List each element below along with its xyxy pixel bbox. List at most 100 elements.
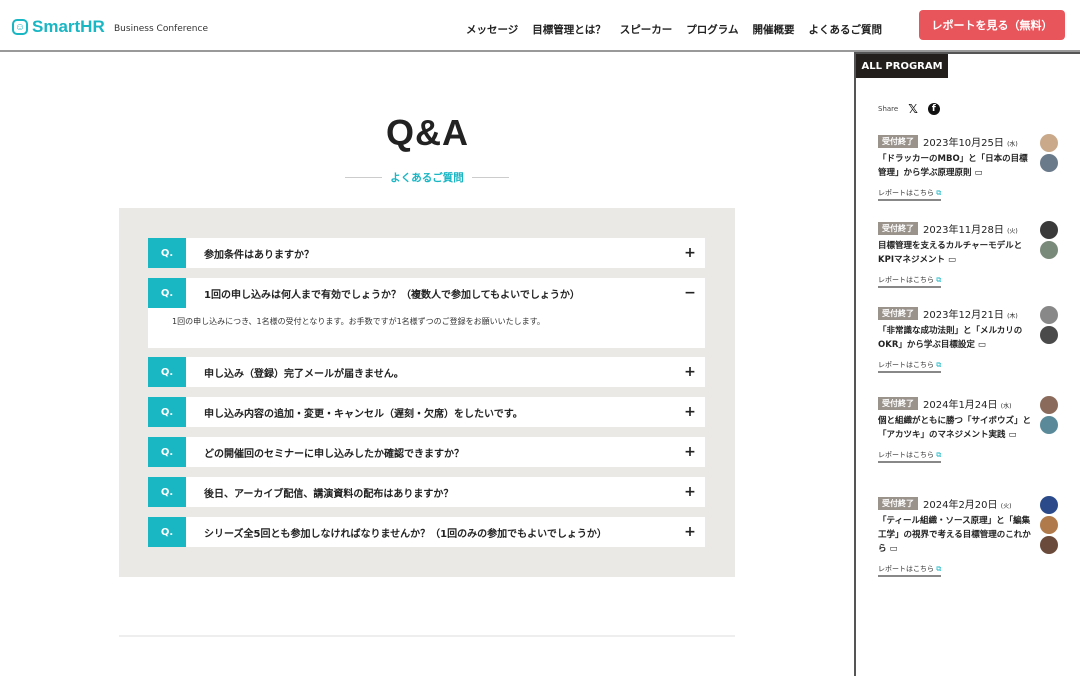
- day-of-week: (火): [1000, 503, 1012, 510]
- speaker-avatar: [1040, 221, 1058, 239]
- program-card: 受付終了 2023年11月28日 (火) 目標管理を支えるカルチャーモデルとKPIマ…: [878, 221, 1078, 288]
- x-icon[interactable]: 𝕏: [908, 102, 918, 116]
- faq-question-row[interactable]: Q. 参加条件はありますか？ +: [148, 238, 705, 268]
- faq-question-row[interactable]: Q. どの開催回のセミナーに申し込みしたか確認できますか？ +: [148, 437, 705, 467]
- faq-question: どの開催回のセミナーに申し込みしたか確認できますか？: [204, 448, 464, 460]
- nav-about[interactable]: 目標管理とは？: [532, 22, 606, 37]
- all-program-tab[interactable]: ALL PROGRAM: [856, 54, 948, 78]
- facebook-icon[interactable]: f: [927, 103, 940, 115]
- day-of-week: (水): [1007, 141, 1018, 148]
- program-title[interactable]: 「非常識な成功法則」と「メルカリのOKR」から学ぶ目標設定 ▭: [878, 324, 1036, 352]
- faq-question-row[interactable]: Q. シリーズ全5回とも参加しなければなりませんか？（1回のみの参加でもよいでしょ…: [148, 517, 705, 547]
- q-badge: Q.: [148, 278, 186, 308]
- faq-question: 申し込み（登録）完了メールが届きません。: [204, 368, 404, 380]
- smarthr-logo[interactable]: ☺ SmartHR: [12, 17, 105, 37]
- view-report-button[interactable]: レポートを見る（無料）: [919, 10, 1065, 40]
- report-link[interactable]: レポートはこちら ⧉: [878, 275, 942, 288]
- closed-badge: 受付終了: [878, 135, 918, 148]
- report-link[interactable]: レポートはこちら ⧉: [878, 450, 942, 463]
- link-icon: ⧉: [936, 565, 942, 573]
- report-link[interactable]: レポートはこちら ⧉: [878, 188, 942, 201]
- link-icon: ⧉: [936, 189, 942, 197]
- speaker-avatar: [1040, 416, 1058, 434]
- logo-text: SmartHR: [32, 17, 105, 36]
- section-subtitle: よくあるご質問: [345, 170, 509, 185]
- share-bar: Share 𝕏 f: [878, 102, 940, 116]
- date-text: 2024年2月20日: [923, 500, 998, 511]
- nav-message[interactable]: メッセージ: [466, 22, 518, 37]
- expand-icon[interactable]: +: [675, 245, 705, 261]
- faq-list: Q. 参加条件はありますか？ + Q. 1回の申し込みは何人まで有効でしょうか？（複数人…: [119, 208, 735, 577]
- collapse-icon[interactable]: −: [675, 285, 705, 301]
- program-title[interactable]: 「ドラッカーのMBO」と「日本の目標管理」から学ぶ原理原則 ▭: [878, 152, 1036, 180]
- logo-icon: ☺: [12, 19, 28, 35]
- speaker-avatar: [1040, 496, 1058, 514]
- speaker-avatar: [1040, 326, 1058, 344]
- main-nav: メッセージ 目標管理とは？ スピーカー プログラム 開催概要 よくあるご質問: [466, 22, 882, 37]
- site-header: ☺ SmartHR Business Conference メッセージ 目標管理と…: [0, 0, 1080, 52]
- date-text: 2024年1月24日: [923, 400, 998, 411]
- nav-overview[interactable]: 開催概要: [752, 22, 794, 37]
- q-badge: Q.: [148, 397, 186, 427]
- closed-badge: 受付終了: [878, 397, 918, 410]
- speaker-avatars: [1040, 306, 1058, 344]
- closed-badge: 受付終了: [878, 307, 918, 320]
- program-date: 2023年12月21日 (木): [923, 306, 1018, 321]
- report-link[interactable]: レポートはこちら ⧉: [878, 360, 942, 373]
- program-date: 2023年10月25日 (水): [923, 134, 1018, 149]
- q-badge: Q.: [148, 238, 186, 268]
- subtitle-text: よくあるご質問: [390, 172, 464, 184]
- program-card: 受付終了 2023年10月25日 (水) 「ドラッカーのMBO」と「日本の目標管理」…: [878, 134, 1078, 201]
- expand-icon[interactable]: +: [675, 404, 705, 420]
- logo-subtitle: Business Conference: [114, 24, 208, 34]
- date-text: 2023年10月25日: [923, 138, 1004, 149]
- closed-badge: 受付終了: [878, 222, 918, 235]
- day-of-week: (木): [1007, 313, 1018, 320]
- nav-faq[interactable]: よくあるご質問: [808, 22, 882, 37]
- faq-question-row[interactable]: Q. 申し込み内容の追加・変更・キャンセル（遅刻・欠席）をしたいです。 +: [148, 397, 705, 427]
- q-badge: Q.: [148, 437, 186, 467]
- faq-question-row[interactable]: Q. 申し込み（登録）完了メールが届きません。 +: [148, 357, 705, 387]
- report-link-text: レポートはこちら: [878, 451, 934, 459]
- report-link-text: レポートはこちら: [878, 276, 934, 284]
- faq-item: Q. 申し込み内容の追加・変更・キャンセル（遅刻・欠席）をしたいです。 +: [148, 397, 705, 427]
- page-title: Q&A: [386, 112, 469, 153]
- expand-icon[interactable]: +: [675, 484, 705, 500]
- speaker-avatar: [1040, 516, 1058, 534]
- report-link-text: レポートはこちら: [878, 565, 934, 573]
- report-link-text: レポートはこちら: [878, 189, 934, 197]
- program-title[interactable]: 個と組織がともに勝つ「サイボウズ」と「アカツキ」のマネジメント実践 ▭: [878, 414, 1036, 442]
- faq-item: Q. シリーズ全5回とも参加しなければなりませんか？（1回のみの参加でもよいでしょ…: [148, 517, 705, 547]
- date-text: 2023年12月21日: [923, 310, 1004, 321]
- day-of-week: (火): [1007, 228, 1018, 235]
- link-icon: ⧉: [936, 451, 942, 459]
- program-date: 2024年2月20日 (火): [923, 496, 1011, 511]
- speaker-avatar: [1040, 134, 1058, 152]
- expand-icon[interactable]: +: [675, 524, 705, 540]
- link-icon: ⧉: [936, 276, 942, 284]
- nav-speakers[interactable]: スピーカー: [620, 22, 673, 37]
- program-title[interactable]: 「ティール組織・ソース原理」と「編集工学」の視界で考える目標管理のこれから ▭: [878, 514, 1036, 556]
- program-sidebar: ALL PROGRAM Share 𝕏 f 受付終了 2023年10月25日 (水…: [854, 52, 1080, 676]
- faq-question-row[interactable]: Q. 後日、アーカイブ配信、講演資料の配布はありますか？ +: [148, 477, 705, 507]
- speaker-avatar: [1040, 241, 1058, 259]
- nav-program[interactable]: プログラム: [686, 22, 738, 37]
- program-date: 2023年11月28日 (火): [923, 221, 1018, 236]
- speaker-avatar: [1040, 306, 1058, 324]
- faq-item: Q. 1回の申し込みは何人まで有効でしょうか？（複数人で参加してもよいでしょうか）…: [148, 278, 705, 348]
- faq-question: 申し込み内容の追加・変更・キャンセル（遅刻・欠席）をしたいです。: [204, 408, 523, 420]
- faq-question-row[interactable]: Q. 1回の申し込みは何人まで有効でしょうか？（複数人で参加してもよいでしょうか）…: [148, 278, 705, 308]
- expand-icon[interactable]: +: [675, 444, 705, 460]
- faq-question: 1回の申し込みは何人まで有効でしょうか？（複数人で参加してもよいでしょうか）: [204, 289, 580, 301]
- program-title[interactable]: 目標管理を支えるカルチャーモデルとKPIマネジメント ▭: [878, 239, 1036, 267]
- faq-item: Q. 後日、アーカイブ配信、講演資料の配布はありますか？ +: [148, 477, 705, 507]
- q-badge: Q.: [148, 477, 186, 507]
- faq-question: 参加条件はありますか？: [204, 249, 314, 261]
- expand-icon[interactable]: +: [675, 364, 705, 380]
- closed-badge: 受付終了: [878, 497, 918, 510]
- report-link[interactable]: レポートはこちら ⧉: [878, 564, 942, 577]
- program-card: 受付終了 2024年2月20日 (火) 「ティール組織・ソース原理」と「編集工学」の…: [878, 496, 1078, 577]
- day-of-week: (水): [1000, 403, 1012, 410]
- speaker-avatar: [1040, 536, 1058, 554]
- share-label: Share: [878, 105, 899, 113]
